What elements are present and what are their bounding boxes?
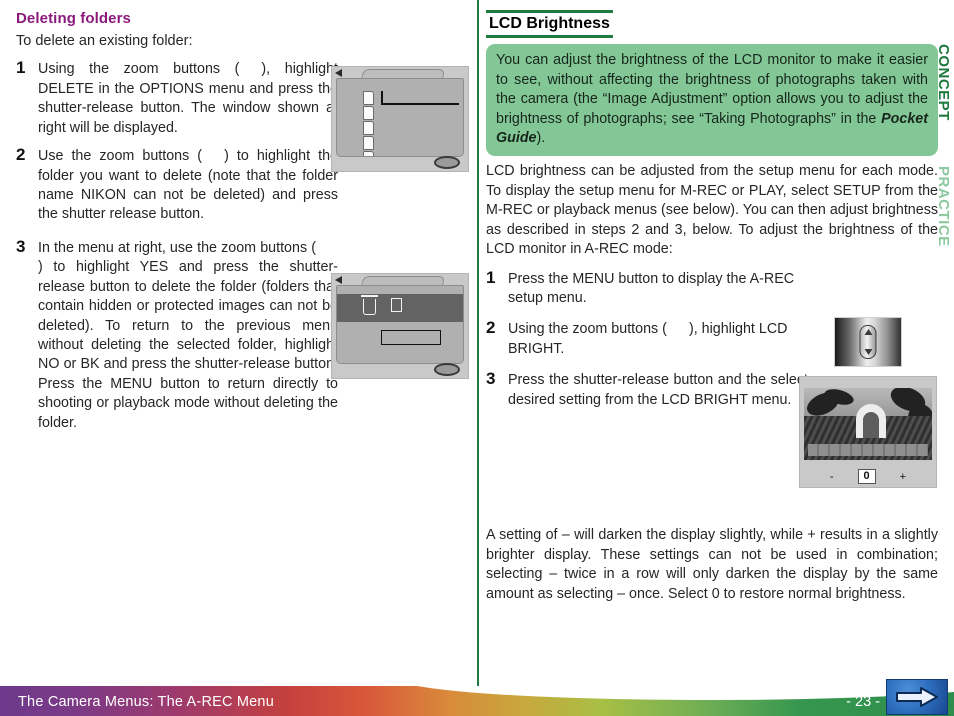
camera-screen-folder-list	[331, 66, 469, 172]
brightness-plus-label[interactable]: +	[900, 471, 906, 483]
column-divider	[477, 0, 479, 674]
footer-section-title: The Camera Menus: The A-REC Menu	[18, 694, 274, 710]
trash-icon	[361, 295, 378, 315]
screen-area	[336, 78, 464, 157]
step-text-before: Using the zoom buttons (	[38, 61, 240, 78]
back-arrow-icon	[335, 69, 342, 77]
manual-page: Deleting folders To delete an existing f…	[0, 0, 954, 674]
step-text-before: Using the zoom buttons (	[508, 321, 667, 338]
step-number: 3	[16, 236, 26, 256]
step-number: 2	[486, 318, 496, 338]
lcd-brightness-heading: LCD Brightness	[486, 10, 613, 39]
screen-indicator-icon	[434, 156, 460, 169]
practice-side-label: PRACTICE	[935, 166, 952, 247]
step-number: 2	[16, 145, 26, 165]
screen-area	[336, 285, 464, 364]
brightness-current-value[interactable]: 0	[857, 469, 876, 484]
camera-screen-delete-confirm	[331, 273, 469, 379]
lcd-closing-paragraph: A setting of – will darken the display s…	[486, 527, 938, 602]
right-arrow-icon	[896, 687, 938, 707]
step-text-before: Press the shutter-release button and the…	[508, 372, 808, 408]
folder-icon	[363, 136, 374, 150]
folder-icon	[363, 121, 374, 135]
right-column: LCD Brightness You can adjust the bright…	[486, 10, 938, 614]
deleting-folders-intro: To delete an existing folder:	[16, 32, 193, 49]
step-text: In the menu at right, use the zoom butto…	[38, 239, 338, 433]
step-number: 1	[16, 58, 26, 78]
pocket-guide-reference: Pocket Guide	[496, 110, 928, 146]
footer-divider-tick	[477, 674, 479, 686]
concept-callout-text: You can adjust the brightness of the LCD…	[496, 52, 928, 146]
concept-side-label: CONCEPT	[935, 44, 952, 121]
footer-page-number: - 23 -	[846, 694, 880, 710]
step-text: Using the zoom buttons (), highlight DEL…	[38, 60, 338, 138]
lcd-bright-menu-photo: - 0 +	[799, 376, 937, 488]
folder-icon	[363, 106, 374, 120]
step-text: Use the zoom buttons () to highlight the…	[38, 147, 338, 225]
menu-underline	[381, 103, 459, 105]
page-footer: The Camera Menus: The A-REC Menu - 23 -	[0, 674, 954, 716]
folder-icon	[363, 91, 374, 105]
step-text: Press the MENU button to display the A-R…	[508, 270, 796, 309]
zoom-rocker-button-photo	[834, 317, 902, 367]
step-number: 1	[486, 267, 496, 287]
step-number: 3	[486, 369, 496, 389]
next-page-button[interactable]	[886, 679, 948, 715]
right-step-1: 1 Press the MENU button to display the A…	[486, 267, 938, 309]
step-text-after: ) to highlight YES and press the shutter…	[38, 259, 338, 431]
wall-region	[808, 444, 928, 456]
folder-icon	[363, 151, 374, 156]
brightness-minus-label[interactable]: -	[830, 471, 834, 483]
lcd-intro-paragraph: LCD brightness can be adjusted from the …	[486, 163, 938, 258]
arch-opening	[863, 412, 879, 438]
back-arrow-icon	[335, 276, 342, 284]
confirm-box	[381, 330, 441, 345]
lcd-bright-control-row[interactable]: - 0 +	[804, 468, 932, 485]
screen-indicator-icon	[434, 363, 460, 376]
concept-callout: You can adjust the brightness of the LCD…	[486, 44, 938, 157]
step-text: Press the shutter-release button and the…	[508, 371, 808, 410]
step-text-before: In the menu at right, use the zoom butto…	[38, 239, 316, 256]
deleting-folders-heading: Deleting folders	[16, 10, 131, 27]
preview-image	[804, 388, 932, 460]
rocker-switch-icon	[859, 325, 877, 359]
step-text-before: Use the zoom buttons (	[38, 148, 203, 165]
zoom-out-triangle-icon	[864, 349, 872, 355]
step-text-before: Press the MENU button to display the A-R…	[508, 270, 795, 306]
step-text: Using the zoom buttons (), highlight LCD…	[508, 320, 796, 359]
folder-icon	[391, 298, 402, 312]
zoom-in-triangle-icon	[864, 329, 872, 335]
menu-cursor	[381, 91, 383, 105]
